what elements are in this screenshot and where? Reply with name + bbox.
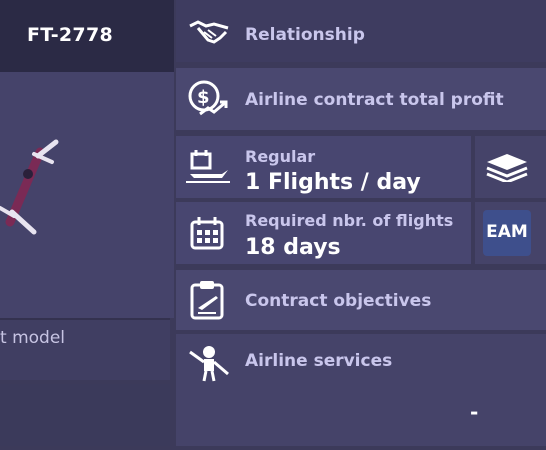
aircraft-model-label: t model	[0, 328, 66, 348]
profit-label: Airline contract total profit	[245, 90, 504, 110]
clipboard-plane-icon	[190, 281, 224, 320]
required-flights-row[interactable]: Required nbr. of flights 18 days	[176, 202, 471, 264]
airline-services-row[interactable]: Airline services -	[176, 334, 546, 446]
regular-value: 1 Flights / day	[245, 170, 421, 195]
profit-row[interactable]: $ Airline contract total profit	[176, 68, 546, 130]
regular-row[interactable]: Regular 1 Flights / day	[176, 136, 471, 198]
plane-calendar-icon	[186, 150, 230, 183]
airline-services-value: -	[470, 400, 479, 424]
aircraft-icon	[0, 139, 59, 235]
required-flights-value: 18 days	[245, 235, 341, 260]
left-empty-row	[0, 384, 170, 446]
contract-objectives-row[interactable]: Contract objectives	[176, 270, 546, 330]
flight-code: FT-2778	[26, 24, 113, 46]
side-cell-bottom[interactable]: EAM	[475, 202, 546, 264]
eam-badge: EAM	[483, 210, 531, 256]
layers-icon	[486, 154, 528, 182]
relationship-row[interactable]: Relationship	[176, 0, 546, 62]
relationship-label: Relationship	[245, 25, 365, 45]
calendar-icon	[190, 217, 224, 250]
regular-label: Regular	[245, 147, 316, 166]
ground-crew-icon	[189, 346, 229, 382]
flight-header: FT-2778	[0, 0, 174, 72]
aircraft-model-row: t model	[0, 318, 170, 380]
required-flights-label: Required nbr. of flights	[245, 211, 454, 230]
handshake-icon	[189, 20, 229, 44]
side-cell-top[interactable]	[475, 136, 546, 198]
svg-text:$: $	[197, 87, 210, 108]
eam-badge-text: EAM	[486, 222, 528, 242]
money-growth-icon: $	[188, 80, 228, 116]
contract-objectives-label: Contract objectives	[245, 291, 432, 311]
airline-services-label: Airline services	[245, 351, 393, 371]
aircraft-panel	[0, 72, 174, 318]
